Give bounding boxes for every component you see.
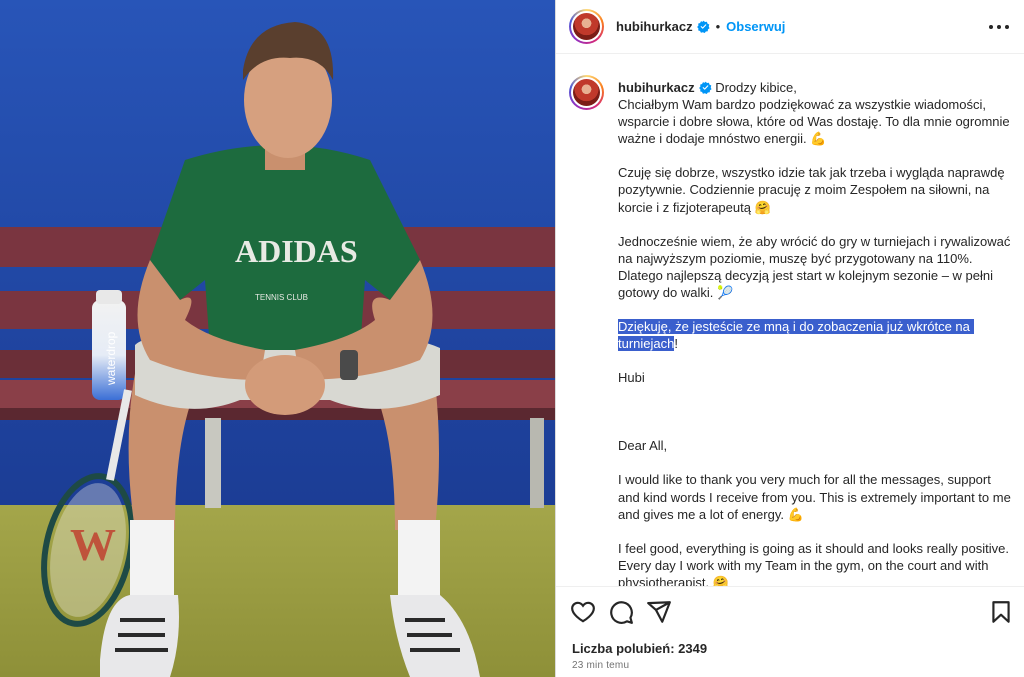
post-header: hubihurkacz • Obserwuj [556, 0, 1024, 54]
follow-button[interactable]: Obserwuj [726, 19, 785, 34]
caption-pl-paragraph-3: Jednocześnie wiem, że aby wrócić do gry … [618, 233, 1014, 300]
share-icon[interactable] [646, 599, 672, 625]
caption-signature: Hubi [618, 370, 645, 386]
post-side-panel: hubihurkacz • Obserwuj hubihurkacz Drodz… [555, 0, 1024, 677]
likes-count[interactable]: Liczba polubień: 2349 [572, 641, 707, 656]
caption-text: hubihurkacz Drodzy kibice, Chciałbym Wam… [618, 75, 1013, 586]
shirt-sub-text: TENNIS CLUB [255, 293, 308, 302]
verified-icon [698, 81, 712, 94]
hug-emoji: 🤗 [754, 199, 771, 215]
muscle-emoji: 💪 [787, 506, 804, 522]
avatar[interactable] [569, 9, 604, 44]
verified-icon [696, 20, 710, 33]
svg-text:W: W [70, 519, 116, 570]
caption-avatar[interactable] [569, 75, 604, 110]
username-link[interactable]: hubihurkacz [616, 19, 693, 34]
muscle-emoji: 💪 [810, 131, 827, 147]
caption-pl-paragraph-2: Czuję się dobrze, wszystko idzie tak jak… [618, 165, 1009, 215]
bookmark-icon[interactable] [988, 599, 1014, 625]
caption-en-paragraph-2: I feel good, everything is going as it s… [618, 540, 1013, 586]
caption-area: hubihurkacz Drodzy kibice, Chciałbym Wam… [556, 55, 1024, 586]
caption-en-greeting: Dear All, [618, 438, 668, 454]
selected-text: Dziękuję, że jesteście ze mną i do zobac… [618, 319, 974, 352]
tennis-emoji: 🎾 [717, 284, 734, 300]
post-photo[interactable]: waterdrop W ADIDAS TENNIS CLUB [0, 0, 555, 677]
tennis-player-image: waterdrop W ADIDAS TENNIS CLUB [0, 0, 555, 677]
separator-dot: • [715, 19, 721, 34]
hug-emoji: 🤗 [712, 574, 729, 586]
bottle-label: waterdrop [104, 331, 118, 386]
caption-first-line: Drodzy kibice, [715, 80, 797, 95]
caption-en-paragraph-1: I would like to thank you very much for … [618, 472, 1015, 522]
caption-username[interactable]: hubihurkacz [618, 80, 695, 95]
shirt-logo-text: ADIDAS [235, 233, 358, 269]
post-actions-bar: Liczba polubień: 2349 23 min temu [556, 586, 1024, 677]
more-options-icon[interactable] [989, 18, 1009, 36]
comment-icon[interactable] [608, 599, 634, 625]
heart-icon[interactable] [570, 599, 596, 625]
caption-pl-paragraph-4-end: ! [674, 336, 678, 352]
post-timestamp[interactable]: 23 min temu [572, 660, 629, 671]
